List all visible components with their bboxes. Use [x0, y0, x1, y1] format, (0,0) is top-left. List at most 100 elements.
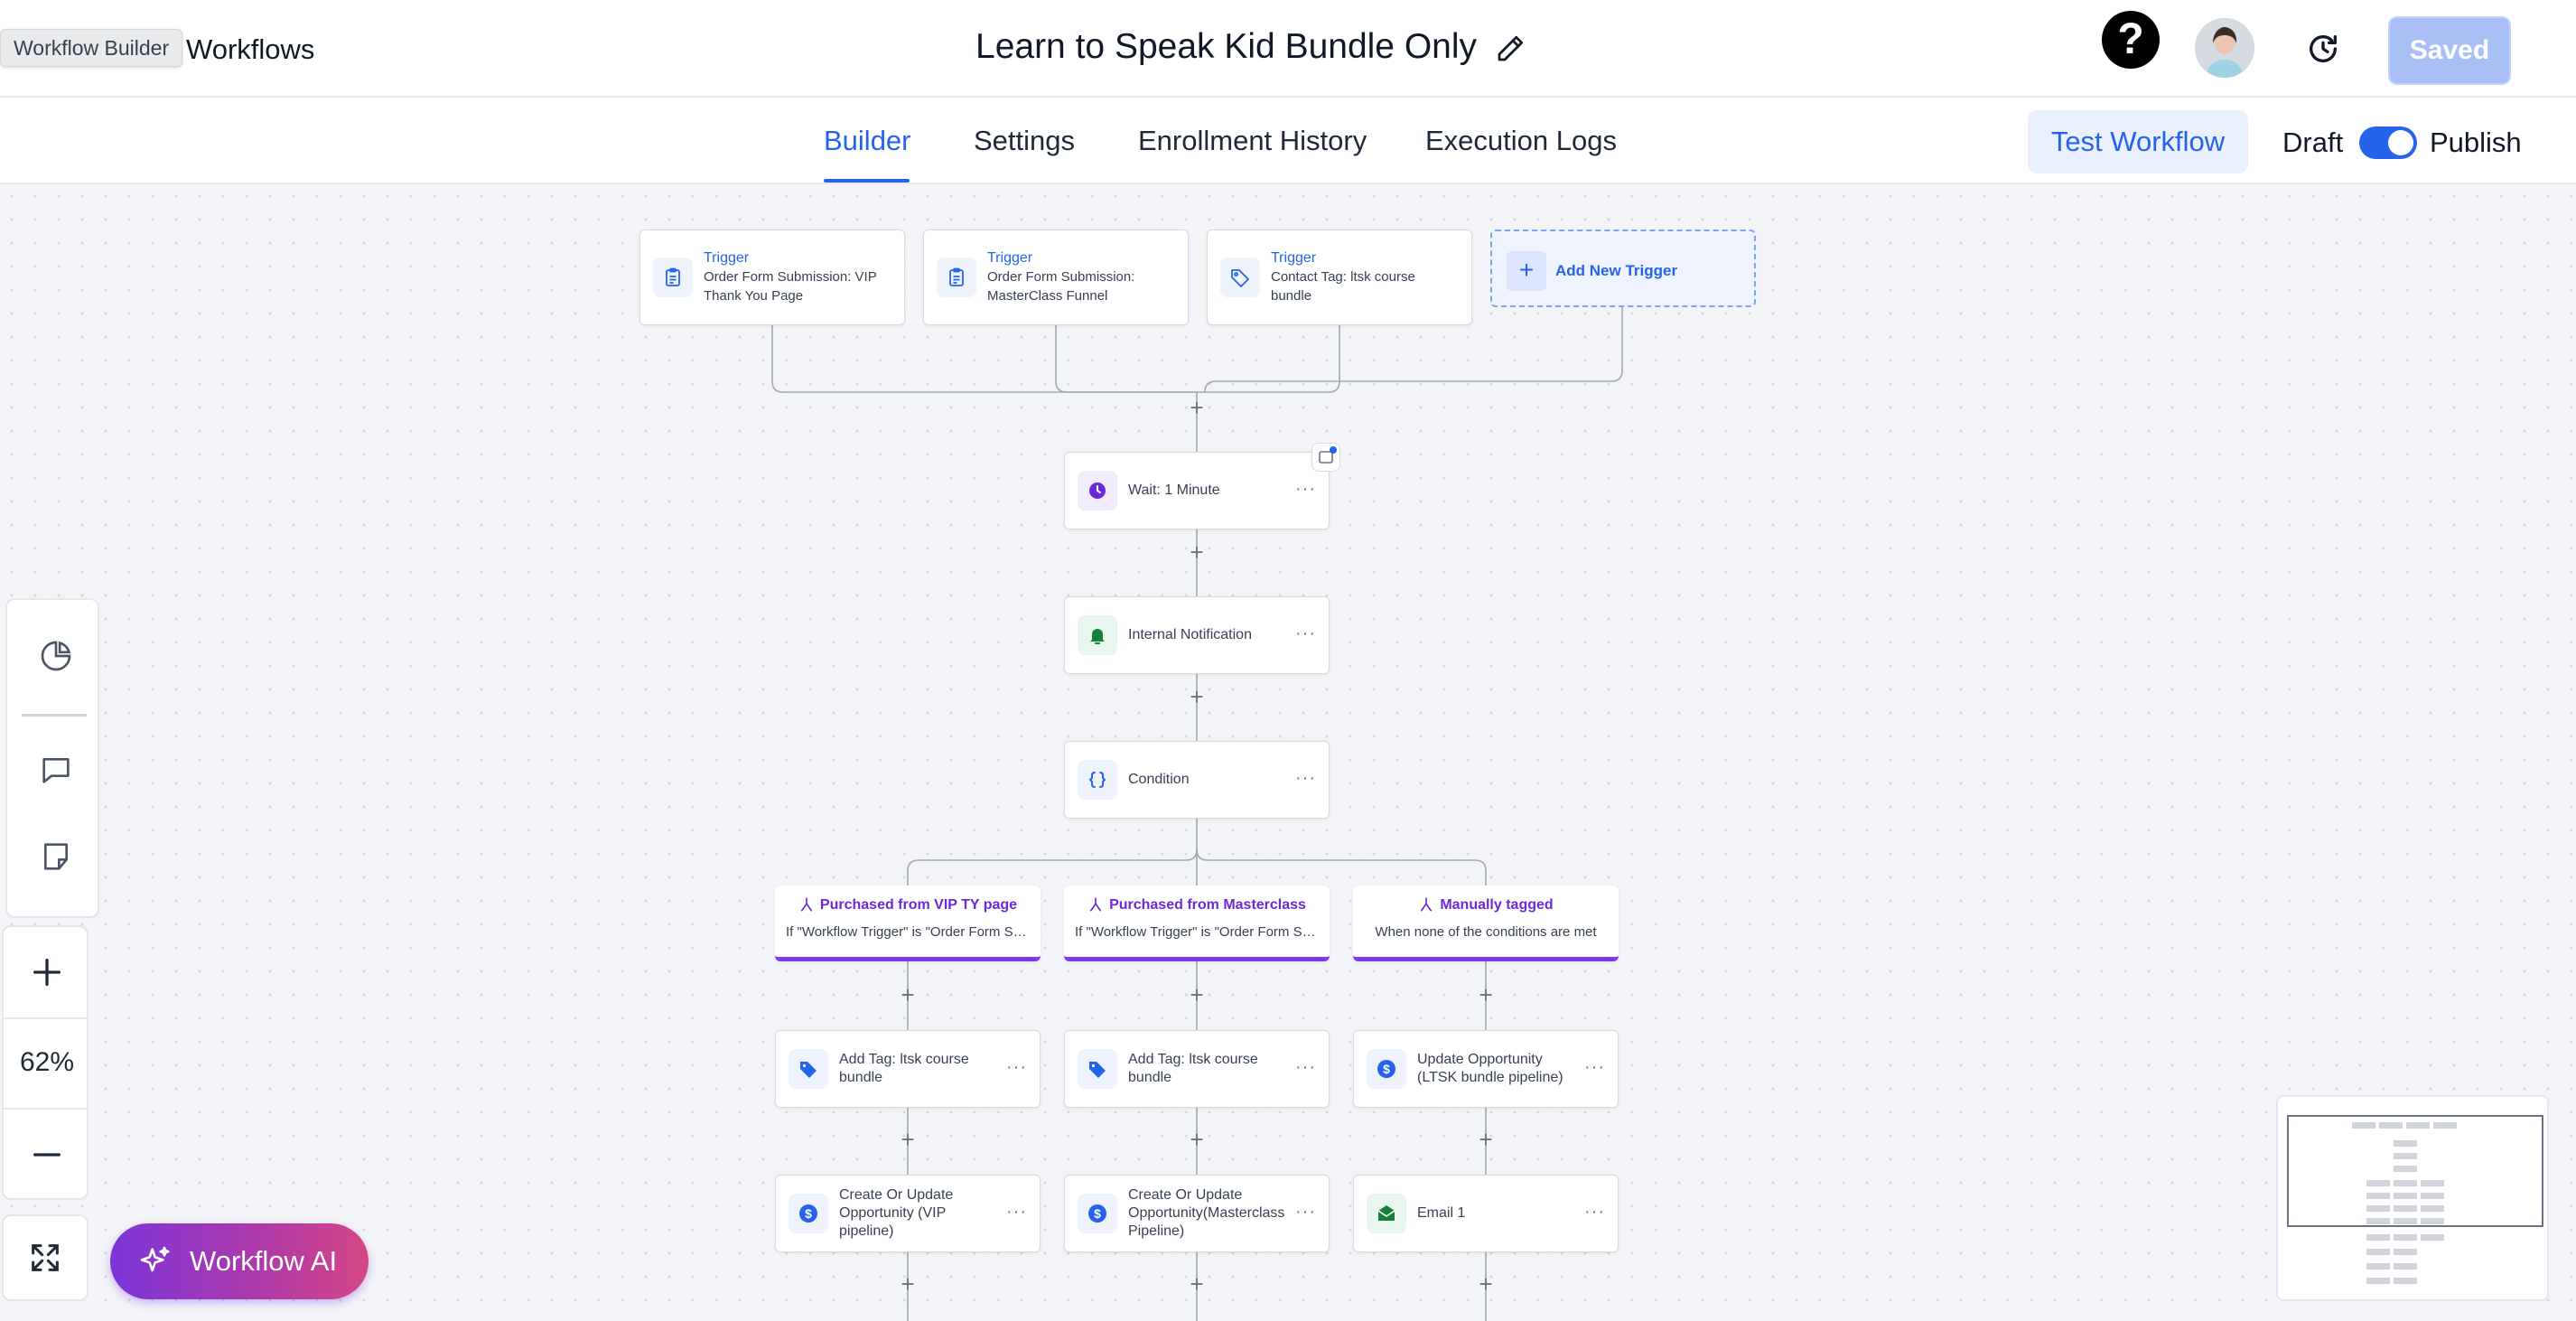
saved-button[interactable]: Saved [2388, 16, 2511, 85]
add-step-plus[interactable]: + [897, 983, 919, 1007]
minimap-node [2394, 1263, 2417, 1269]
branch-icon [1089, 897, 1102, 912]
tab-execution-logs[interactable]: Execution Logs [1425, 123, 1617, 159]
create-opportunity-card[interactable]: $ Create Or Update Opportunity (VIP pipe… [775, 1175, 1041, 1252]
minimap-node [2366, 1180, 2390, 1186]
more-options-icon[interactable]: ··· [1006, 1203, 1027, 1221]
add-step-plus[interactable]: + [897, 1128, 919, 1151]
comment-icon[interactable] [38, 752, 74, 788]
publish-label: Publish [2430, 126, 2522, 158]
user-photo [2195, 18, 2254, 78]
sparkle-icon [140, 1246, 170, 1272]
step-label: Add Tag: ltsk course bundle [1128, 1052, 1258, 1085]
avatar[interactable] [2195, 18, 2254, 78]
create-opportunity-card[interactable]: $ Create Or Update Opportunity(Mastercla… [1064, 1175, 1330, 1252]
step-label: Email 1 [1417, 1205, 1466, 1221]
publish-toggle[interactable] [2359, 126, 2417, 159]
trigger-kind: Trigger [1271, 250, 1317, 266]
minimap[interactable] [2276, 1095, 2549, 1301]
wait-step-card[interactable]: Wait: 1 Minute ··· [1064, 452, 1330, 529]
more-options-icon[interactable]: ··· [1295, 1058, 1316, 1076]
trigger-kind: Trigger [704, 250, 750, 266]
more-options-icon[interactable]: ··· [1006, 1058, 1027, 1076]
minimap-node [2366, 1249, 2390, 1255]
tab-builder[interactable]: Builder [824, 123, 911, 159]
more-options-icon[interactable]: ··· [1584, 1058, 1605, 1076]
add-step-plus[interactable]: + [1186, 1272, 1208, 1296]
branch-description: If "Workflow Trigger" is "Order Form Sub… [786, 924, 1030, 940]
sticky-note-icon[interactable] [38, 839, 74, 875]
minimap-node [2421, 1193, 2444, 1199]
more-options-icon[interactable]: ··· [1584, 1203, 1605, 1221]
branch-name: Purchased from Masterclass [1109, 897, 1306, 913]
internal-notification-card[interactable]: Internal Notification ··· [1064, 596, 1330, 674]
step-label: Update Opportunity (LTSK bundle pipeline… [1417, 1052, 1563, 1085]
add-step-plus[interactable]: + [1186, 1128, 1208, 1151]
add-step-plus[interactable]: + [1475, 983, 1497, 1007]
minimap-node [2421, 1234, 2444, 1241]
minimap-node [2366, 1263, 2390, 1269]
zoom-in-icon[interactable] [29, 954, 65, 990]
branch-icon [800, 897, 812, 912]
step-label: Create Or Update Opportunity (VIP pipeli… [839, 1187, 954, 1239]
add-step-plus[interactable]: + [1186, 983, 1208, 1007]
add-trigger-label: Add New Trigger [1555, 262, 1678, 279]
branch-description: When none of the conditions are met [1375, 924, 1597, 940]
workflow-ai-label: Workflow AI [190, 1245, 338, 1277]
add-step-plus[interactable]: + [1186, 685, 1208, 708]
minimap-node [2394, 1166, 2417, 1172]
add-tag-card[interactable]: Add Tag: ltsk course bundle ··· [1064, 1030, 1330, 1108]
trigger-text: Order Form Submission: MasterClass Funne… [987, 269, 1135, 304]
workflow-ai-button[interactable]: Workflow AI [110, 1223, 369, 1299]
divider [22, 714, 87, 717]
pie-chart-icon[interactable] [38, 638, 74, 674]
minimap-node [2366, 1205, 2390, 1212]
condition-card[interactable]: Condition ··· [1064, 741, 1330, 819]
add-step-plus[interactable]: + [1186, 396, 1208, 419]
add-step-plus[interactable]: + [1475, 1272, 1497, 1296]
minimap-node [2366, 1193, 2390, 1199]
trigger-card[interactable]: Trigger Contact Tag: ltsk course bundle [1207, 230, 1472, 325]
branch-name: Manually tagged [1440, 897, 1554, 913]
trigger-card[interactable]: Trigger Order Form Submission: VIP Thank… [639, 230, 905, 325]
workflows-back-link[interactable]: Workflows [186, 31, 314, 69]
update-opportunity-card[interactable]: $ Update Opportunity (LTSK bundle pipeli… [1353, 1030, 1619, 1108]
zoom-controls: 62% [2, 925, 89, 1200]
help-button[interactable]: ? [2102, 11, 2160, 69]
more-options-icon[interactable]: ··· [1295, 624, 1316, 642]
add-tag-card[interactable]: Add Tag: ltsk course bundle ··· [775, 1030, 1041, 1108]
branch-card[interactable]: Manually tagged When none of the conditi… [1353, 885, 1619, 961]
workflow-canvas[interactable]: + + + + + + + + + + + + Trigger Order Fo… [0, 184, 2576, 1321]
tag-icon [1078, 1049, 1117, 1089]
fit-to-screen-button[interactable] [2, 1214, 89, 1301]
add-new-trigger-button[interactable]: + Add New Trigger [1490, 230, 1756, 307]
add-step-plus[interactable]: + [1186, 540, 1208, 564]
note-icon[interactable] [1311, 443, 1340, 472]
tag-icon [1220, 258, 1260, 297]
tab-settings[interactable]: Settings [974, 123, 1075, 159]
email-step-card[interactable]: Email 1 ··· [1353, 1175, 1619, 1252]
branch-icon [1421, 897, 1433, 912]
trigger-card[interactable]: Trigger Order Form Submission: MasterCla… [923, 230, 1189, 325]
more-options-icon[interactable]: ··· [1295, 769, 1316, 787]
dollar-icon: $ [1367, 1049, 1406, 1089]
test-workflow-button[interactable]: Test Workflow [2028, 110, 2248, 173]
svg-text:$: $ [1094, 1206, 1101, 1221]
more-options-icon[interactable]: ··· [1295, 480, 1316, 498]
tab-enrollment-history[interactable]: Enrollment History [1138, 123, 1367, 159]
history-icon[interactable] [2305, 31, 2341, 67]
minimap-node [2421, 1205, 2444, 1212]
zoom-out-icon[interactable] [29, 1137, 65, 1173]
dollar-icon: $ [789, 1194, 828, 1233]
divider [4, 1017, 87, 1019]
minimap-node [2394, 1205, 2417, 1212]
branch-card[interactable]: Purchased from Masterclass If "Workflow … [1064, 885, 1330, 961]
add-step-plus[interactable]: + [1475, 1128, 1497, 1151]
braces-icon [1078, 760, 1117, 800]
more-options-icon[interactable]: ··· [1295, 1203, 1316, 1221]
pencil-icon[interactable] [1494, 33, 1526, 65]
divider [4, 1108, 87, 1110]
minimap-node [2366, 1278, 2390, 1284]
add-step-plus[interactable]: + [897, 1272, 919, 1296]
branch-card[interactable]: Purchased from VIP TY page If "Workflow … [775, 885, 1041, 961]
